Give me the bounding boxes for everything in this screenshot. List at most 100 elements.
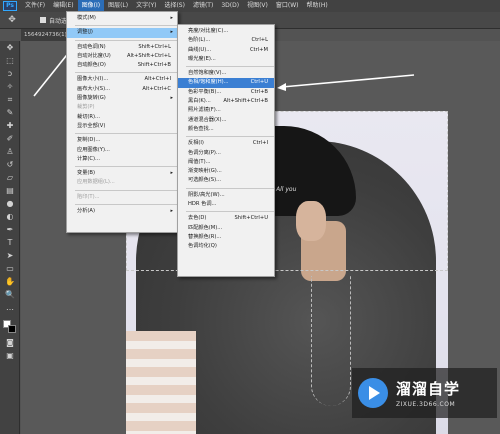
lasso-icon[interactable]: ↄ <box>0 67 20 80</box>
hand-icon[interactable]: ✋ <box>0 275 20 288</box>
image-menu-item-label: 调整(J) <box>77 29 93 36</box>
image-menu-item-label: 自动色调(N) <box>77 43 106 50</box>
image-menu-item: 裁剪(P) <box>67 103 177 112</box>
menu-3d[interactable]: 3D(D) <box>217 0 243 12</box>
crop-icon[interactable]: ⌗ <box>0 93 20 106</box>
image-menu-item[interactable]: 裁切(R)... <box>67 113 177 122</box>
image-menu-item: 应用数据组(L)... <box>67 178 177 187</box>
quick-mask-icon[interactable]: ◙ <box>0 336 20 349</box>
adjust-menu-item[interactable]: 替换颜色(R)... <box>178 233 274 242</box>
menu-separator <box>75 25 177 27</box>
watermark-subtitle: ZIXUE.3D66.COM <box>396 401 456 408</box>
adjust-menu-item[interactable]: 色调分离(P)... <box>178 149 274 158</box>
history-brush-icon[interactable]: ↺ <box>0 158 20 171</box>
color-swatches[interactable] <box>0 318 20 336</box>
adjust-menu-item[interactable]: 反相(I) Ctrl+I <box>178 139 274 148</box>
image-menu-item[interactable]: 图像旋转(G) <box>67 94 177 104</box>
adjust-menu-item[interactable]: 阈值(T)... <box>178 158 274 167</box>
image-menu-item-label: 应用数据组(L)... <box>77 179 115 186</box>
adjust-menu-item[interactable]: 颜色查找... <box>178 125 274 134</box>
adjust-menu-item[interactable]: 匹配颜色(M)... <box>178 224 274 233</box>
image-menu-item-label: 图像旋转(G) <box>77 95 106 102</box>
adjust-menu-item[interactable]: 亮度/对比度(C)... <box>178 27 274 36</box>
adjust-menu-item[interactable]: 色阶(L)... Ctrl+L <box>178 36 274 45</box>
menu-file[interactable]: 文件(F) <box>21 0 49 12</box>
adjust-menu-item[interactable]: 色彩平衡(B)... Ctrl+B <box>178 88 274 97</box>
pen-icon[interactable]: ✒ <box>0 223 20 236</box>
image-menu-item[interactable]: 分析(A) <box>67 207 177 217</box>
menu-help[interactable]: 帮助(H) <box>303 0 332 12</box>
adjust-menu-item[interactable]: 阴影/高光(W)... <box>178 191 274 200</box>
adjust-menu-item-label: 反相(I) <box>188 140 204 147</box>
blur-icon[interactable]: ● <box>0 197 20 210</box>
adjust-menu-item[interactable]: HDR 色调... <box>178 200 274 209</box>
more-tools-icon[interactable]: … <box>0 301 20 314</box>
adjust-menu-item[interactable]: 曲线(U)... Ctrl+M <box>178 46 274 55</box>
menu-separator <box>75 204 177 206</box>
menu-window[interactable]: 窗口(W) <box>272 0 303 12</box>
menu-separator <box>75 39 177 41</box>
move-icon[interactable]: ✥ <box>0 41 20 54</box>
adjust-menu-item[interactable]: 通道混合器(X)... <box>178 116 274 125</box>
document-tab[interactable]: 1564924736(1)... <box>21 29 71 41</box>
adjust-menu-item-label: 色相/饱和度(H)... <box>188 79 229 86</box>
image-menu-item[interactable]: 复制(D)... <box>67 136 177 145</box>
adjust-menu-item-label: 颜色查找... <box>188 125 214 132</box>
screen-mode-icon[interactable]: ▣ <box>0 349 20 362</box>
eraser-icon[interactable]: ▱ <box>0 171 20 184</box>
image-menu-item-shortcut: Shift+Ctrl+L <box>138 43 171 50</box>
background-color-swatch[interactable] <box>8 325 16 333</box>
dodge-icon[interactable]: ◐ <box>0 210 20 223</box>
healing-brush-icon[interactable]: ✚ <box>0 119 20 132</box>
menu-filter[interactable]: 滤镜(T) <box>189 0 217 12</box>
adjust-menu-item-shortcut: Ctrl+M <box>249 46 268 53</box>
adjust-menu-item[interactable]: 自然饱和度(V)... <box>178 69 274 78</box>
image-menu-item[interactable]: 显示全部(V) <box>67 122 177 131</box>
menu-separator <box>186 66 274 68</box>
adjust-menu-item[interactable]: 色相/饱和度(H)... Ctrl+U <box>178 78 274 88</box>
adjust-menu-item-label: 黑白(K)... <box>188 98 211 105</box>
adjust-menu-item-shortcut: Alt+Shift+Ctrl+B <box>223 98 268 105</box>
type-icon[interactable]: T <box>0 236 20 249</box>
image-menu-item-label: 自动颜色(O) <box>77 62 106 69</box>
image-menu-item[interactable]: 自动色调(N) Shift+Ctrl+L <box>67 43 177 52</box>
gradient-icon[interactable]: ▤ <box>0 184 20 197</box>
play-logo-icon <box>358 378 388 408</box>
adjust-menu-item[interactable]: 色调均化(Q) <box>178 242 274 251</box>
eyedropper-icon[interactable]: ✎ <box>0 106 20 119</box>
magic-wand-icon[interactable]: ✧ <box>0 80 20 93</box>
auto-select-checkbox[interactable] <box>40 17 46 23</box>
adjust-menu-item[interactable]: 曝光度(E)... <box>178 55 274 64</box>
image-menu-item[interactable]: 图像大小(I)... Alt+Ctrl+I <box>67 75 177 84</box>
photoshop-logo: Ps <box>3 1 17 11</box>
image-menu-item[interactable]: 画布大小(S)... Alt+Ctrl+C <box>67 85 177 94</box>
image-menu-item-shortcut: Shift+Ctrl+B <box>137 62 171 69</box>
image-menu-item[interactable]: 计算(C)... <box>67 155 177 164</box>
watermark-title: 溜溜自学 <box>396 380 461 398</box>
image-menu-item[interactable]: 应用图像(Y)... <box>67 146 177 155</box>
adjust-menu-item[interactable]: 去色(D) Shift+Ctrl+U <box>178 214 274 223</box>
adjust-menu-item[interactable]: 照片滤镜(F)... <box>178 106 274 115</box>
path-select-icon[interactable]: ➤ <box>0 249 20 262</box>
image-menu-item[interactable]: 调整(J) <box>67 28 177 38</box>
zoom-icon[interactable]: 🔍 <box>0 288 20 301</box>
adjust-menu-item-label: 照片滤镜(F)... <box>188 107 221 114</box>
image-menu-item[interactable]: 自动颜色(O) Shift+Ctrl+B <box>67 61 177 70</box>
marquee-icon[interactable]: ⬚ <box>0 54 20 67</box>
shape-icon[interactable]: ▭ <box>0 262 20 275</box>
ear-shape <box>296 201 326 241</box>
adjust-menu-item-label: 去色(D) <box>188 215 207 222</box>
image-menu-item[interactable]: 模式(M) <box>67 14 177 24</box>
brush-icon[interactable]: ✐ <box>0 132 20 145</box>
image-menu-item[interactable]: 自动对比度(U) Alt+Shift+Ctrl+L <box>67 52 177 61</box>
adjust-menu-item-label: 亮度/对比度(C)... <box>188 28 229 34</box>
menu-separator <box>186 211 274 213</box>
clone-stamp-icon[interactable]: ♙ <box>0 145 20 158</box>
adjust-menu-item-label: 色阶(L)... <box>188 37 211 44</box>
adjust-menu-item[interactable]: 黑白(K)... Alt+Shift+Ctrl+B <box>178 97 274 106</box>
menu-view[interactable]: 视图(V) <box>243 0 272 12</box>
move-tool-icon[interactable]: ✥ <box>6 14 18 26</box>
adjust-menu-item[interactable]: 渐变映射(G)... <box>178 167 274 176</box>
image-menu-item[interactable]: 变量(B) <box>67 169 177 179</box>
adjust-menu-item[interactable]: 可选颜色(S)... <box>178 176 274 185</box>
